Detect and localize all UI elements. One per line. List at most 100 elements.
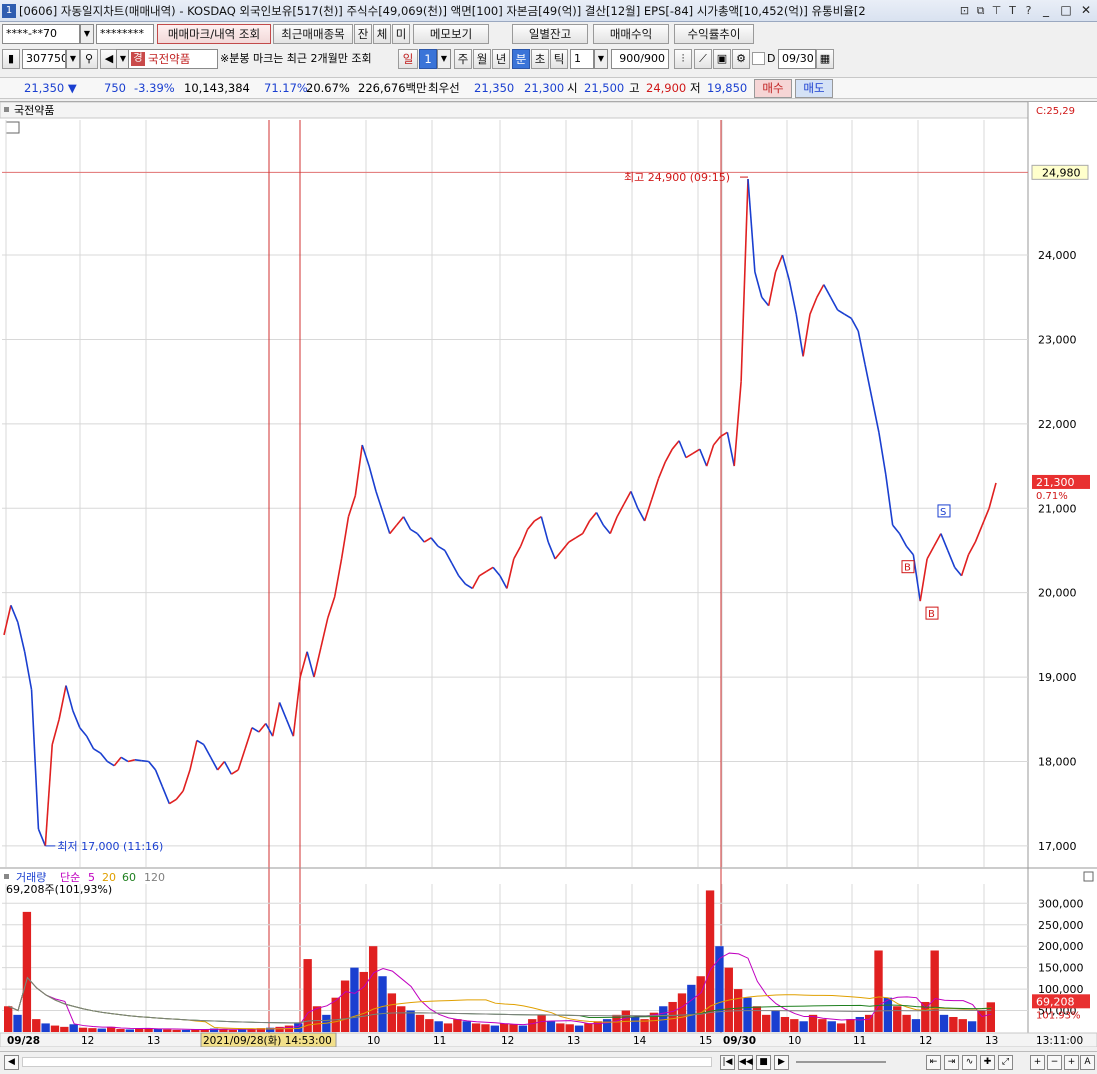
panel-bullet-icon bbox=[4, 874, 9, 879]
period-week-button[interactable]: 주 bbox=[454, 49, 472, 69]
calendar-icon[interactable]: ▦ bbox=[816, 49, 834, 69]
price-line-up-segment bbox=[44, 744, 54, 846]
chart-area[interactable]: 국전약품 C:25,29 17,000 18,000 19,000 20,000 21,00… bbox=[0, 101, 1097, 1047]
scroll-left-icon[interactable]: ◀ bbox=[4, 1055, 19, 1070]
price-line-up-segment bbox=[506, 558, 515, 589]
trade-mark-query-button[interactable]: 매매마크/내역 조회 bbox=[157, 24, 271, 44]
tab-executed[interactable]: 체 bbox=[373, 24, 391, 44]
x-axis-label: 13 bbox=[985, 1035, 998, 1047]
interval-dropdown[interactable]: ▼ bbox=[594, 49, 608, 69]
price-line-up-segment bbox=[692, 448, 701, 455]
count-input[interactable]: 900/900 bbox=[611, 49, 669, 69]
price-line-down-segment bbox=[540, 516, 549, 543]
period-tick-button[interactable]: 틱 bbox=[550, 49, 568, 69]
buy-button[interactable]: 매수 bbox=[754, 79, 792, 98]
restore-icon[interactable]: ⧉ bbox=[974, 4, 987, 18]
first-page-icon[interactable]: |◀ bbox=[720, 1055, 735, 1070]
volume-bar bbox=[378, 976, 387, 1032]
time-axis-label: 13:11:00 bbox=[1036, 1035, 1083, 1047]
volume-panel-menu-icon[interactable] bbox=[1083, 871, 1094, 882]
auto-icon[interactable]: A bbox=[1080, 1055, 1095, 1070]
volume-bar bbox=[949, 1016, 958, 1032]
zoom-in-icon[interactable]: + bbox=[1030, 1055, 1045, 1070]
price-line-down-segment bbox=[251, 727, 260, 733]
account-input[interactable]: ****-**70 bbox=[2, 24, 80, 44]
price-line-down-segment bbox=[947, 550, 956, 568]
period-dropdown[interactable]: ▼ bbox=[437, 49, 451, 69]
play-icon[interactable]: ▶ bbox=[774, 1055, 789, 1070]
search-icon[interactable]: ⚲ bbox=[80, 49, 98, 69]
rewind-icon[interactable]: ◀◀ bbox=[738, 1055, 753, 1070]
zoom-fit-icon[interactable]: ⇤ bbox=[926, 1055, 941, 1070]
tab-unexecuted[interactable]: 미 bbox=[392, 24, 410, 44]
interval-input[interactable]: 1 bbox=[570, 49, 594, 69]
ask-price: 21,350 bbox=[474, 81, 515, 95]
trade-profit-button[interactable]: 매매수익 bbox=[593, 24, 669, 44]
volume-bar bbox=[425, 1019, 434, 1032]
crosshair-icon[interactable]: ✚ bbox=[980, 1055, 995, 1070]
period-minute-button[interactable]: 분 bbox=[512, 49, 530, 69]
price-line-up-segment bbox=[244, 727, 253, 750]
volume-bar bbox=[799, 1021, 808, 1032]
stock-code-dropdown[interactable]: ▼ bbox=[66, 49, 80, 69]
password-input[interactable]: ******** bbox=[96, 24, 154, 44]
zoom-in-icon[interactable]: + bbox=[1064, 1055, 1079, 1070]
price-line-down-segment bbox=[85, 735, 95, 750]
price-line-down-segment bbox=[781, 254, 791, 281]
panel-toggle-icon[interactable]: ▮ bbox=[2, 49, 20, 69]
zoom-slider[interactable] bbox=[796, 1061, 886, 1063]
volume-bar bbox=[415, 1014, 425, 1032]
price-line-down-segment bbox=[10, 605, 19, 623]
panel-menu-icon[interactable] bbox=[5, 121, 20, 134]
price-line-down-segment bbox=[402, 516, 412, 530]
price-line-down-segment bbox=[637, 507, 646, 522]
stock-code-input[interactable]: 307750 bbox=[22, 49, 66, 69]
line-tool-icon[interactable]: ⟋ bbox=[694, 49, 712, 69]
volume-bar bbox=[556, 1023, 565, 1032]
volume-bar bbox=[602, 1019, 612, 1032]
period-day-button[interactable]: 일 bbox=[398, 49, 418, 69]
text-icon[interactable]: T bbox=[1006, 4, 1019, 18]
volume-bar bbox=[181, 1029, 191, 1032]
tab-balance[interactable]: 잔 bbox=[354, 24, 372, 44]
align-icon[interactable]: ⇥ bbox=[944, 1055, 959, 1070]
account-dropdown-button[interactable]: ▼ bbox=[80, 24, 94, 44]
daily-balance-button[interactable]: 일별잔고 bbox=[512, 24, 588, 44]
period-value[interactable]: 1 bbox=[419, 49, 437, 69]
candle-type-icon[interactable]: ⫶ bbox=[674, 49, 692, 69]
window-icon[interactable]: ⊡ bbox=[958, 4, 971, 18]
volume-bar bbox=[518, 1025, 528, 1032]
price-line-down-segment bbox=[788, 280, 798, 315]
pin-icon[interactable]: ⊤ bbox=[990, 4, 1003, 18]
minimize-button[interactable]: _ bbox=[1039, 3, 1053, 17]
horizontal-scrollbar[interactable] bbox=[22, 1057, 712, 1067]
period-month-button[interactable]: 월 bbox=[473, 49, 491, 69]
return-trend-button[interactable]: 수익률추이 bbox=[674, 24, 754, 44]
sell-button[interactable]: 매도 bbox=[795, 79, 833, 98]
save-icon[interactable]: ▣ bbox=[713, 49, 731, 69]
recent-trade-items-button[interactable]: 최근매매종목 bbox=[273, 24, 353, 44]
help-icon[interactable]: ? bbox=[1022, 4, 1035, 18]
stop-icon[interactable]: ■ bbox=[756, 1055, 771, 1070]
gear-icon[interactable]: ⚙ bbox=[732, 49, 750, 69]
maximize-button[interactable]: □ bbox=[1059, 3, 1073, 17]
date-checkbox[interactable] bbox=[752, 52, 765, 65]
date-input[interactable]: 09/30 bbox=[778, 49, 816, 69]
volume-bar bbox=[397, 1006, 406, 1032]
period-year-button[interactable]: 년 bbox=[492, 49, 510, 69]
priority-label: 최우선 bbox=[428, 81, 460, 95]
price-line-up-segment bbox=[230, 769, 239, 775]
volume-bar bbox=[818, 1019, 827, 1032]
volume-bar bbox=[434, 1021, 443, 1032]
price-line-up-segment bbox=[51, 719, 60, 745]
memo-view-button[interactable]: 메모보기 bbox=[413, 24, 489, 44]
zoom-out-icon[interactable]: − bbox=[1047, 1055, 1062, 1070]
expand-icon[interactable]: ⤢ bbox=[998, 1055, 1013, 1070]
period-second-button[interactable]: 초 bbox=[531, 49, 549, 69]
price-line-down-segment bbox=[37, 828, 47, 847]
chart-canvas[interactable]: 국전약품 C:25,29 17,000 18,000 19,000 20,000 21,00… bbox=[0, 102, 1097, 1047]
close-button[interactable]: ✕ bbox=[1079, 3, 1093, 17]
count-value: 900 bbox=[619, 52, 641, 65]
wave-icon[interactable]: ∿ bbox=[962, 1055, 977, 1070]
price-line-down-segment bbox=[148, 760, 157, 771]
